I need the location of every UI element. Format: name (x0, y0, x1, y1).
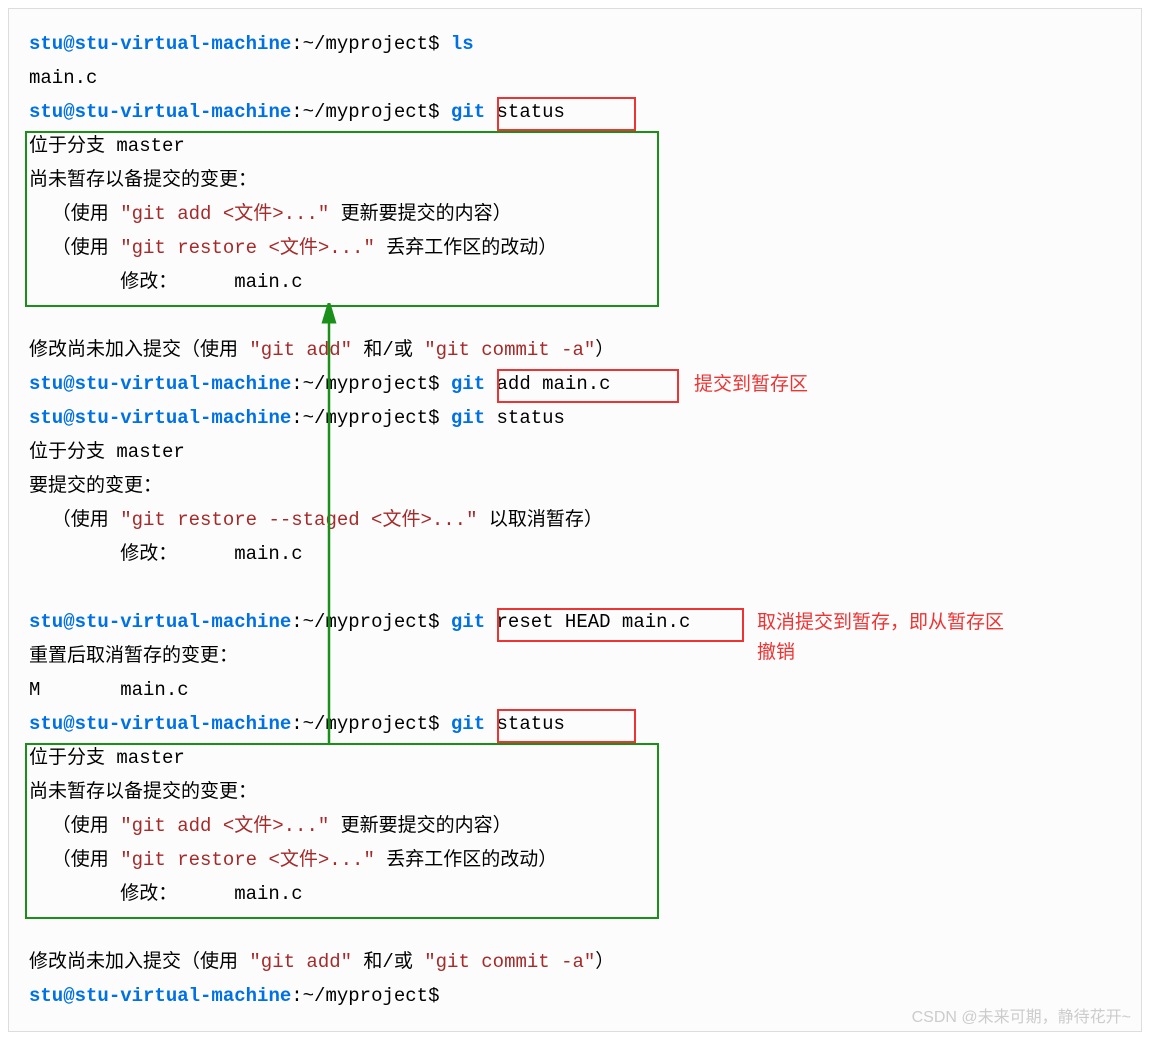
annotation-cancel-2: 撤销 (757, 639, 795, 667)
highlight-box (497, 97, 636, 131)
status-hint-restore-staged: （使用 "git restore --staged <文件>..." 以取消暂存… (29, 503, 1121, 537)
cmd-git: git (451, 373, 485, 395)
output-ls: main.c (29, 61, 1121, 95)
highlight-box (497, 608, 744, 642)
status-reset-unstage: 重置后取消暂存的变更： (29, 639, 1121, 673)
cmd-git: git (451, 101, 485, 123)
status-to-commit: 要提交的变更： (29, 469, 1121, 503)
prompt-line: stu@stu-virtual-machine:~/myproject$ git… (29, 401, 1121, 435)
highlight-box (497, 369, 679, 403)
highlight-box (25, 131, 659, 307)
watermark: CSDN @未来可期，静待花开~ (912, 1001, 1131, 1035)
annotation-cancel-1: 取消提交到暂存，即从暂存区 (757, 609, 1004, 637)
prompt-line: stu@stu-virtual-machine:~/myproject$ ls (29, 27, 1121, 61)
prompt-user: stu@stu-virtual-machine (29, 33, 291, 55)
status-not-added: 修改尚未加入提交（使用 "git add" 和/或 "git commit -a… (29, 333, 1121, 367)
terminal-window: stu@stu-virtual-machine:~/myproject$ ls … (8, 8, 1142, 1032)
cmd-ls: ls (451, 33, 474, 55)
status-reset-file: M main.c (29, 673, 1121, 707)
annotation-add-stage: 提交到暂存区 (694, 371, 808, 399)
highlight-box (497, 709, 636, 743)
highlight-box (25, 743, 659, 919)
